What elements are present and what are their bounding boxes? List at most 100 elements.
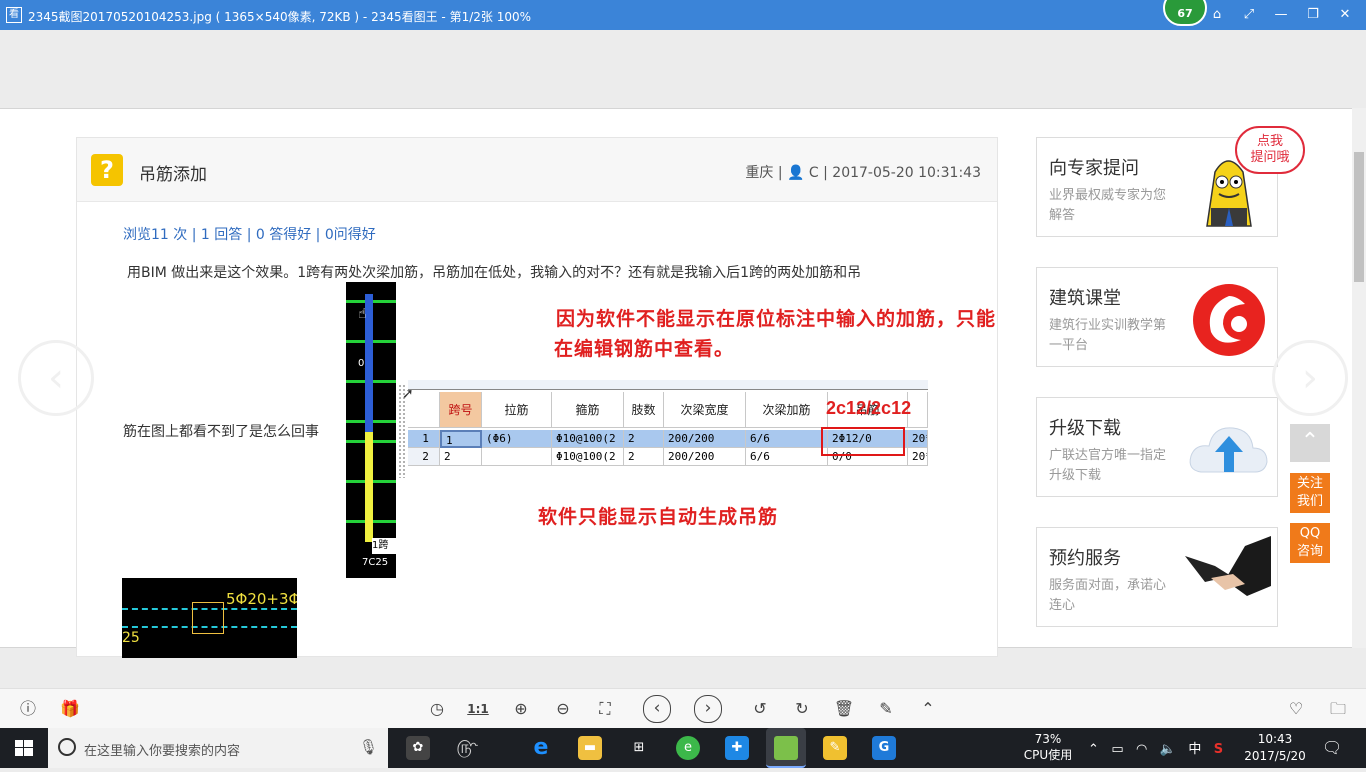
minimize-button[interactable]: — — [1270, 5, 1292, 25]
image-viewer-task-active[interactable] — [766, 728, 806, 768]
question-icon: ? — [91, 154, 123, 186]
browser-360-icon[interactable]: e — [676, 736, 700, 760]
cad-rebar-label: 7C25 — [362, 557, 389, 568]
tray-expand-icon[interactable]: ⌃ — [1088, 742, 1099, 757]
notification-icon[interactable]: 🗨 — [1322, 738, 1342, 757]
post-title: 吊筋添加 — [139, 165, 207, 185]
tools-app-icon[interactable]: ✚ — [725, 736, 749, 760]
qq-consult-button[interactable]: QQ 咨询 — [1290, 523, 1330, 563]
notes-app-icon[interactable]: ✎ — [823, 736, 847, 760]
start-button[interactable] — [0, 728, 48, 768]
post-header: ? 吊筋添加 重庆 | 👤 C | 2017-05-20 10:31:43 — [77, 138, 997, 202]
table-toolbar — [408, 380, 928, 390]
clock-date: 2017/5/20 — [1244, 749, 1306, 763]
table-cell[interactable]: 200/200 — [664, 448, 746, 466]
table-cell[interactable]: 200/200 — [664, 430, 746, 448]
table-header: 跨号 — [440, 392, 482, 428]
card-title: 建筑课堂 — [1049, 288, 1121, 309]
table-cell[interactable]: 1 — [440, 430, 482, 448]
favorite-heart-icon[interactable]: ♡ — [1284, 697, 1308, 721]
cad-rebar-text: 5Φ20+3Φ16 — [226, 590, 297, 608]
taskbar-search[interactable]: 在这里输入你要搜索的内容 🎙 — [48, 728, 388, 768]
skin-icon[interactable]: ⌂ — [1206, 5, 1228, 25]
prev-button[interactable]: ‹ — [643, 695, 671, 723]
card-subtitle: 建筑行业实训教学第一平台 — [1049, 318, 1167, 353]
table-cell[interactable]: 2 — [624, 448, 664, 466]
rebar-table: 跨号 拉筋 箍筋 肢数 次梁宽度 次梁加筋 吊筋 1 1 (Φ6) Φ10@10… — [408, 380, 928, 470]
glodon-app-icon[interactable]: G — [872, 736, 896, 760]
next-image-arrow[interactable]: › — [1272, 340, 1348, 416]
rotate-right-icon[interactable]: ↻ — [790, 697, 814, 721]
class-logo-icon — [1193, 284, 1265, 356]
info-icon[interactable]: ⓘ — [16, 697, 40, 721]
score-badge[interactable]: 67 — [1163, 0, 1207, 26]
card-upgrade-download[interactable]: 升级下载 广联达官方唯一指定升级下载 — [1036, 397, 1278, 497]
file-explorer-icon[interactable]: ▬ — [578, 736, 602, 760]
task-view-icon[interactable]: ✿ — [406, 736, 430, 760]
next-button[interactable]: › — [694, 695, 722, 723]
spiral-app-icon[interactable]: ௹ — [455, 736, 479, 760]
post-meta: 重庆 | 👤 C | 2017-05-20 10:31:43 — [745, 165, 981, 181]
volume-icon[interactable]: 🔈 — [1160, 742, 1176, 757]
close-button[interactable]: ✕ — [1334, 5, 1356, 25]
wifi-icon[interactable]: ◠ — [1136, 742, 1147, 757]
prev-image-arrow[interactable]: ‹ — [18, 340, 94, 416]
cad-drawing: 0 ☝ 1跨 7C25 — [346, 282, 396, 578]
rotate-left-icon[interactable]: ↺ — [748, 697, 772, 721]
scrollbar-thumb[interactable] — [1354, 152, 1364, 282]
ime-indicator[interactable]: 中 — [1188, 742, 1201, 757]
actual-size-button[interactable]: 1:1 — [466, 697, 490, 721]
zoom-in-icon[interactable]: ⊕ — [509, 697, 533, 721]
table-header: 箍筋 — [552, 392, 624, 428]
table-cell[interactable] — [482, 448, 552, 466]
clock-time: 10:43 — [1257, 732, 1293, 746]
table-cell[interactable]: 6/6 — [746, 430, 828, 448]
table-cell[interactable]: Φ10@100(2 — [552, 430, 624, 448]
table-cell[interactable]: 2 — [624, 430, 664, 448]
fit-window-icon[interactable]: ⛶ — [593, 697, 617, 721]
table-cell[interactable]: (Φ6) — [482, 430, 552, 448]
rotate-view-icon[interactable]: ◷ — [425, 697, 449, 721]
follow-us-button[interactable]: 关注 我们 — [1290, 473, 1330, 513]
cpu-percent: 73% — [1034, 732, 1062, 746]
cad-beam-yellow — [365, 432, 373, 542]
table-cell[interactable]: 2 — [440, 448, 482, 466]
viewer-toolbar: ⓘ 🎁 ◷ 1:1 ⊕ ⊖ ⛶ ‹ › ↺ ↻ 🗑 ✎ ⌃ ♡ 🗀 — [0, 688, 1366, 728]
card-ask-expert[interactable]: 向专家提问 业界最权威专家为您解答 点我 提问哦 — [1036, 126, 1305, 237]
cpu-monitor[interactable]: 73% CPU使用 — [1020, 731, 1076, 763]
table-cell[interactable]: Φ10@100(2 — [552, 448, 624, 466]
mouse-pointer-icon: ➚ — [402, 386, 414, 402]
fullscreen-icon[interactable]: ⤢ — [1238, 5, 1260, 25]
back-to-top-button[interactable]: ⌃ — [1290, 424, 1330, 462]
table-cell: 1 — [408, 430, 440, 448]
table-header: 拉筋 — [482, 392, 552, 428]
sogou-ime-icon[interactable]: S — [1214, 742, 1223, 757]
zoom-out-icon[interactable]: ⊖ — [551, 697, 575, 721]
edit-icon[interactable]: ✎ — [874, 697, 898, 721]
edge-browser-icon[interactable]: e — [529, 736, 553, 760]
clock[interactable]: 10:43 2017/5/20 — [1240, 731, 1310, 765]
cad-column — [192, 602, 224, 634]
card-appointment[interactable]: 预约服务 服务面对面，承诺心连心 — [1036, 527, 1278, 627]
more-up-icon[interactable]: ⌃ — [916, 697, 940, 721]
restore-button[interactable]: ❐ — [1302, 5, 1324, 25]
table-cell[interactable]: 20* — [908, 448, 928, 466]
system-tray: ⌃ ▭ ◠ 🔈 中 S — [1088, 738, 1223, 757]
ask-bubble[interactable]: 点我 提问哦 — [1235, 126, 1305, 174]
page-scrollbar[interactable] — [1352, 108, 1366, 648]
card-title: 预约服务 — [1049, 548, 1121, 569]
gift-icon[interactable]: 🎁 — [58, 697, 82, 721]
card-subtitle: 业界最权威专家为您解答 — [1049, 188, 1167, 223]
image-viewer-app-icon — [774, 736, 798, 760]
network-icon[interactable]: ▭ — [1111, 742, 1123, 757]
table-cell[interactable]: 6/6 — [746, 448, 828, 466]
store-icon[interactable]: ⊞ — [627, 736, 651, 760]
card-building-class[interactable]: 建筑课堂 建筑行业实训教学第一平台 — [1036, 267, 1278, 367]
table-cell[interactable]: 20* — [908, 430, 928, 448]
microphone-icon[interactable]: 🎙 — [359, 738, 378, 756]
taskbar: 在这里输入你要搜索的内容 🎙 ✿ ௹ e ▬ ⊞ e ✚ ✎ G 73% CPU… — [0, 728, 1366, 768]
open-folder-icon[interactable]: 🗀 — [1326, 697, 1350, 721]
table-header: 次梁宽度 — [664, 392, 746, 428]
app-icon: 看 — [6, 7, 22, 23]
delete-icon[interactable]: 🗑 — [832, 697, 856, 721]
